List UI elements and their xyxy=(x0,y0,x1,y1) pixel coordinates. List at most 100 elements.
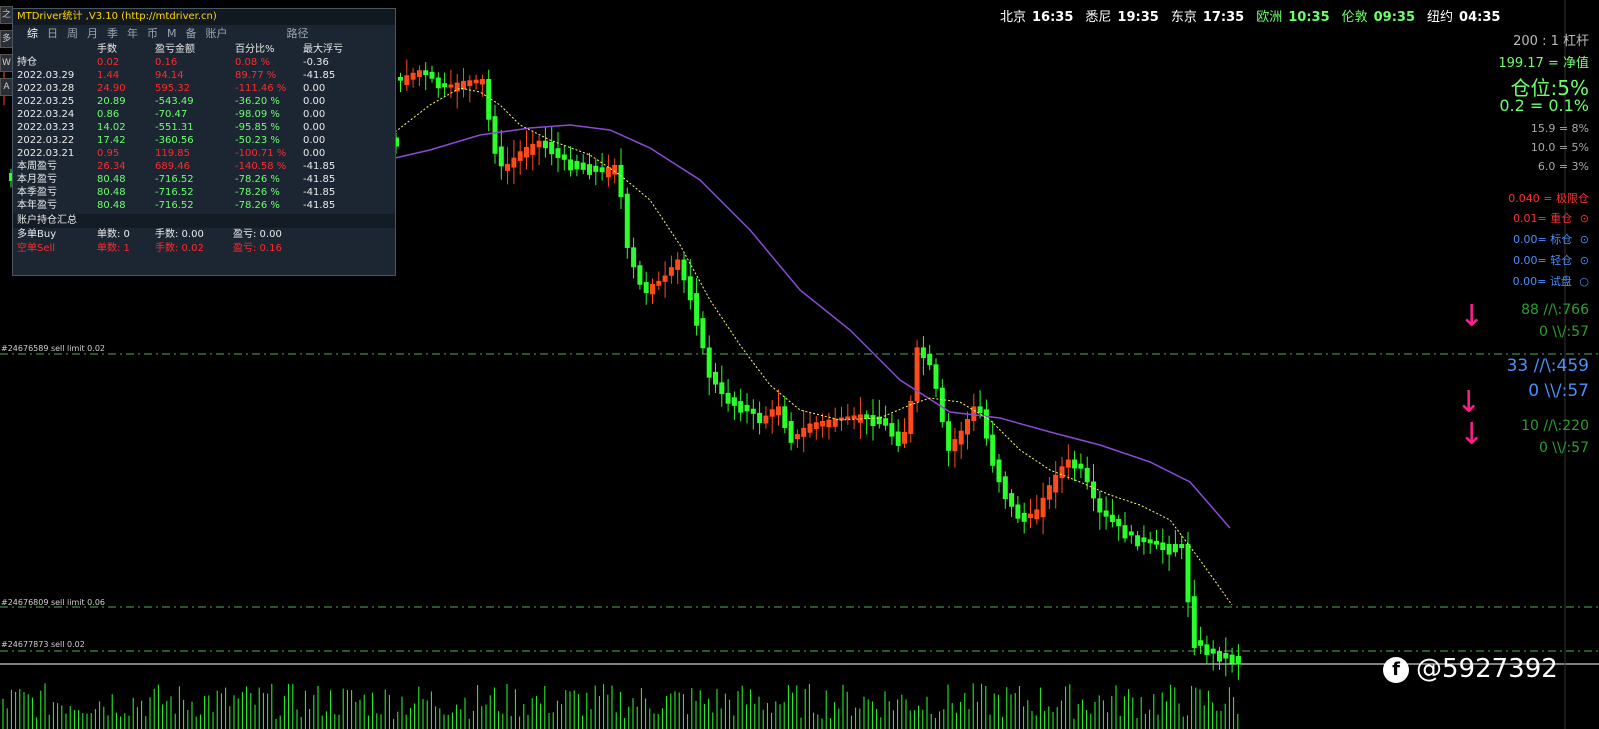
stats-cell-lots: 17.42 xyxy=(97,135,126,146)
candle-body xyxy=(1147,539,1153,544)
lot-size-item[interactable]: 0.01= 重仓 ⊙ xyxy=(1513,210,1589,226)
order-label-3: #24677873 sell 0.02 xyxy=(1,640,85,649)
candle-body xyxy=(1185,544,1191,603)
lot-size-item[interactable]: 0.00= 标仓 ⊙ xyxy=(1513,231,1589,247)
candle-body xyxy=(429,71,435,79)
stats-cell-lots: 0.02 xyxy=(97,57,120,68)
lot-size-text: 0.00= 试盘 xyxy=(1512,275,1572,288)
candle-body xyxy=(593,165,599,172)
candle-body xyxy=(561,154,567,160)
stats-cell-lots: 14.02 xyxy=(97,122,126,133)
equity-label: 199.17 = 净值 xyxy=(1498,56,1589,71)
clock-3: 欧洲 10:35 xyxy=(1256,6,1329,26)
stats-cell-lots: 80.48 xyxy=(97,174,126,185)
panel-tab-3[interactable]: 月 xyxy=(87,25,98,43)
panel-tab-7[interactable]: M xyxy=(167,25,177,43)
candle-body xyxy=(1040,497,1046,518)
stats-row: 2022.03.24 0.86 -70.47 -98.09 % 0.00 xyxy=(13,108,395,121)
ma-slow-line xyxy=(394,124,1231,529)
stats-cell-pnl: -551.31 xyxy=(155,122,194,133)
candle-body xyxy=(1154,540,1159,545)
stats-cell-label: 2022.03.28 xyxy=(17,83,75,94)
panel-tabs: 综日周月季年币 M 备账户 路径 xyxy=(13,25,395,43)
stats-cell-pnl: 119.85 xyxy=(155,148,190,159)
candle-body xyxy=(807,423,813,433)
lot-size-item[interactable]: 0.00= 试盘 ○ xyxy=(1513,273,1589,289)
candle-body xyxy=(908,400,914,434)
panel-tab-4[interactable]: 季 xyxy=(107,25,118,43)
candle-body xyxy=(1065,459,1071,468)
panel-tab-10[interactable]: 路径 xyxy=(287,25,309,43)
candle-body xyxy=(618,164,624,198)
candle-body xyxy=(788,421,794,443)
limit-label: 0.040 = 极限仓 xyxy=(1508,192,1589,205)
panel-tab-2[interactable]: 周 xyxy=(67,25,78,43)
stats-cell-pct: 89.77 % xyxy=(235,70,277,81)
panel-tab-6[interactable]: 币 xyxy=(147,25,158,43)
stats-cell-pnl: -70.47 xyxy=(155,109,188,120)
candle-body xyxy=(971,406,977,422)
panel-tab-9[interactable]: 账户 xyxy=(206,25,228,43)
stats-cell-pct: -78.26 % xyxy=(235,200,280,211)
stats-row: 本周盈亏 26.34 689.46 -140.58 % -41.85 xyxy=(13,160,395,173)
candle-body xyxy=(662,275,668,282)
candle-body xyxy=(498,146,504,167)
candle-body xyxy=(757,412,763,424)
stats-cell-label: 2022.03.21 xyxy=(17,148,75,159)
circle-dot-icon[interactable]: ⊙ xyxy=(1576,254,1589,267)
lot-size-item[interactable]: 0.00= 轻仓 ⊙ xyxy=(1513,252,1589,268)
stats-cell-pnl: -716.52 xyxy=(155,200,194,211)
candle-body xyxy=(486,79,492,120)
candle-body xyxy=(731,397,737,406)
candle-body xyxy=(549,141,555,155)
clock-time: 10:35 xyxy=(1288,10,1330,25)
candle-body xyxy=(1210,648,1216,654)
candle-body xyxy=(958,430,964,445)
candle-body xyxy=(719,382,725,395)
facebook-icon: f xyxy=(1383,657,1409,683)
candle-body xyxy=(725,392,731,404)
stats-cell-pnl: -716.52 xyxy=(155,187,194,198)
candle-body xyxy=(832,418,838,427)
candle-body xyxy=(946,421,952,451)
stats-cell-maxdd: -0.36 xyxy=(303,57,329,68)
candle-body xyxy=(1122,525,1128,539)
level-3: 6.0 = 3% xyxy=(1537,160,1589,173)
candle-body xyxy=(933,364,939,389)
panel-tab-8[interactable]: 备 xyxy=(186,25,197,43)
level-1: 15.9 = 8% xyxy=(1530,122,1589,135)
circle-dot-icon[interactable]: ⊙ xyxy=(1576,212,1589,225)
stats-cell-pct: -95.85 % xyxy=(235,122,280,133)
candle-body xyxy=(996,459,1002,483)
candle-body xyxy=(555,148,561,159)
stats-cell-label: 本周盈亏 xyxy=(17,161,57,172)
panel-tab-0[interactable]: 综 xyxy=(27,25,38,43)
lot-size-text: 0.00= 标仓 xyxy=(1513,233,1573,246)
candle-body xyxy=(624,193,630,248)
panel-tab-5[interactable]: 年 xyxy=(127,25,138,43)
stats-cell-maxdd: 0.00 xyxy=(303,83,326,94)
circle-dot-icon[interactable]: ⊙ xyxy=(1576,233,1589,246)
stats-cell-lots: 0.95 xyxy=(97,148,120,159)
candle-body xyxy=(473,79,479,84)
candle-body xyxy=(675,259,681,270)
candle-body xyxy=(1002,476,1008,500)
candle-body xyxy=(883,418,889,426)
circle-icon[interactable]: ○ xyxy=(1576,275,1589,288)
stats-cell-pnl: -716.52 xyxy=(155,174,194,185)
candle-body xyxy=(1116,518,1122,527)
candle-body xyxy=(404,75,410,85)
stats-cell-label: 本月盈亏 xyxy=(17,174,57,185)
summary-cell-label: 空单Sell xyxy=(17,243,56,254)
panel-tab-1[interactable]: 日 xyxy=(47,25,58,43)
candle-body xyxy=(398,77,403,81)
candle-body xyxy=(977,406,983,414)
candle-body xyxy=(1021,512,1027,522)
clock-5: 纽约 04:35 xyxy=(1427,6,1500,26)
stats-cell-pct: -100.71 % xyxy=(235,148,287,159)
candle-body xyxy=(650,284,655,295)
clock-1: 悉尼 19:35 xyxy=(1085,6,1158,26)
candle-body xyxy=(1046,485,1052,500)
world-clock-bar: 北京 16:35 悉尼 19:35 东京 17:35 欧洲 10:35 伦敦 09:35 纽约 04:… xyxy=(1000,6,1580,26)
clock-time: 19:35 xyxy=(1117,10,1159,25)
